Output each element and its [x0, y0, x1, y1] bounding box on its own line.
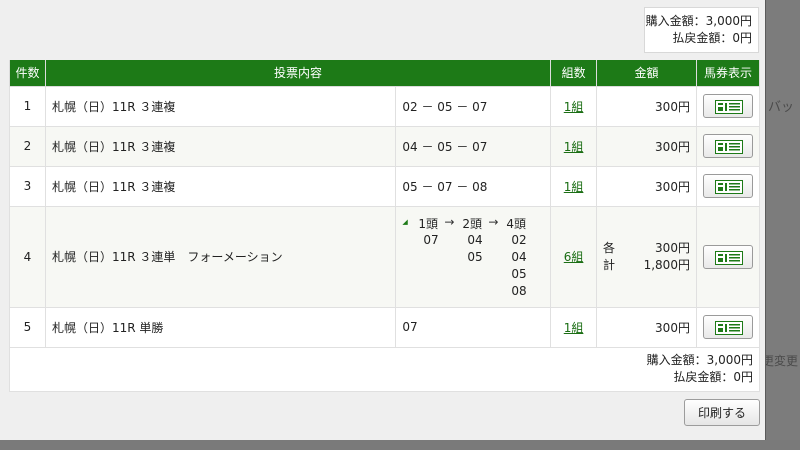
table-header-row: 件数 投票内容 組数 金額 馬券表示 — [9, 60, 761, 87]
purchase-confirmation-modal: 購入金額：3,000円 払戻金額：0円 件数 投票内容 組数 金額 馬券表示 1… — [0, 0, 766, 440]
formation-col-2: 04 05 — [467, 232, 482, 266]
formation-header-1: 1頭 — [418, 216, 438, 231]
header-amount: 金額 — [596, 60, 697, 87]
formation-grid: ◢ 1頭 → 2頭 → 4頭 07 04 05 02 04 05 08 — [402, 211, 544, 303]
ticket-icon — [714, 140, 743, 154]
row-combo: 07 — [395, 306, 552, 348]
formation-horse: 02 — [511, 232, 527, 247]
arrow-icon: → — [488, 214, 499, 229]
table-row: 1 札幌（日）11R ３連複 02 － 05 － 07 1組 300円 — [9, 85, 761, 127]
amount-each-label: 各 — [603, 240, 616, 255]
formation-header-3: 4頭 — [506, 216, 526, 231]
row-amount: 300円 — [596, 125, 697, 167]
row-amount: 300円 — [596, 85, 697, 127]
ticket-view-button[interactable] — [702, 174, 753, 198]
header-num: 件数 — [9, 60, 46, 87]
row-race: 札幌（日）11R ３連単 フォーメーション — [44, 205, 397, 308]
background-right-strip: バッ 更変更 — [762, 0, 800, 450]
table-row: 5 札幌（日）11R 単勝 07 1組 300円 — [9, 306, 761, 348]
ticket-icon — [714, 180, 743, 194]
ticket-icon — [714, 100, 743, 114]
refund-amount-top: 払戻金額：0円 — [672, 31, 752, 45]
row-amount: 300円 — [596, 165, 697, 207]
formation-col-3: 02 04 05 08 — [511, 232, 526, 300]
row-formation-cell: ◢ 1頭 → 2頭 → 4頭 07 04 05 02 04 05 08 — [395, 205, 552, 308]
kumi-link[interactable]: 1組 — [564, 321, 584, 335]
row-race: 札幌（日）11R 単勝 — [44, 306, 397, 348]
row-kumi-cell: 1組 — [550, 306, 598, 348]
row-combo: 05 － 07 － 08 — [395, 165, 552, 207]
row-kumi-cell: 1組 — [550, 125, 598, 167]
kumi-link[interactable]: 1組 — [564, 100, 584, 114]
background-bottom-strip — [0, 440, 800, 450]
summary-top: 購入金額：3,000円 払戻金額：0円 — [644, 7, 759, 53]
row-num: 4 — [9, 205, 46, 308]
purchase-amount-bottom: 購入金額：3,000円 — [646, 353, 753, 367]
amount-each: 300円 — [655, 240, 690, 255]
row-num: 2 — [9, 125, 46, 167]
row-kumi-cell: 1組 — [550, 85, 598, 127]
summary-bottom: 購入金額：3,000円 払戻金額：0円 — [9, 346, 760, 392]
row-race: 札幌（日）11R ３連複 — [44, 125, 397, 167]
row-num: 3 — [9, 165, 46, 207]
formation-horse: 08 — [511, 283, 527, 298]
header-content: 投票内容 — [44, 60, 552, 87]
background-partial-text: バッ — [768, 100, 795, 115]
row-ticket-cell — [695, 306, 761, 348]
purchase-amount-top: 購入金額：3,000円 — [645, 14, 752, 28]
formation-horse: 07 — [423, 232, 439, 247]
row-num: 1 — [9, 85, 46, 127]
table-row: 2 札幌（日）11R ３連複 04 － 05 － 07 1組 300円 — [9, 125, 761, 167]
formation-horse: 04 — [511, 249, 527, 264]
ticket-view-button[interactable] — [702, 315, 753, 339]
kumi-link[interactable]: 1組 — [564, 140, 584, 154]
summary-bottom-row: 購入金額：3,000円 払戻金額：0円 — [9, 346, 760, 392]
print-button[interactable]: 印刷する — [684, 399, 760, 426]
amount-total: 1,800円 — [643, 257, 690, 272]
row-ticket-cell — [695, 125, 761, 167]
ticket-icon — [714, 250, 743, 265]
row-num: 5 — [9, 306, 46, 348]
table-row: 4 札幌（日）11R ３連単 フォーメーション ◢ 1頭 → 2頭 → 4頭 0… — [9, 205, 761, 308]
formation-col-1: 07 — [423, 232, 438, 249]
refund-amount-bottom: 払戻金額：0円 — [673, 370, 753, 384]
row-combo: 02 － 05 － 07 — [395, 85, 552, 127]
formation-horse: 04 — [467, 232, 483, 247]
amount-total-label: 計 — [603, 257, 616, 272]
formation-horse: 05 — [467, 249, 483, 264]
row-race: 札幌（日）11R ３連複 — [44, 165, 397, 207]
formation-horse: 05 — [511, 266, 527, 281]
row-kumi-cell: 1組 — [550, 165, 598, 207]
amount-labels: 各 計 — [603, 240, 615, 274]
kumi-link[interactable]: 6組 — [564, 250, 584, 264]
bets-table: 件数 投票内容 組数 金額 馬券表示 1 札幌（日）11R ３連複 02 － 0… — [9, 60, 761, 392]
ticket-view-button[interactable] — [702, 134, 753, 158]
row-combo: 04 － 05 － 07 — [395, 125, 552, 167]
ticket-view-button[interactable] — [702, 94, 753, 118]
row-ticket-cell — [695, 85, 761, 127]
amount-values: 300円 1,800円 — [644, 240, 690, 274]
formation-header-2: 2頭 — [462, 216, 482, 231]
background-partial-text-2: 更変更 — [762, 354, 799, 368]
row-amount-cell: 各 計 300円 1,800円 — [596, 205, 697, 308]
ticket-view-button[interactable] — [702, 244, 753, 269]
header-ticket: 馬券表示 — [695, 60, 761, 87]
header-kumi: 組数 — [550, 60, 598, 87]
expand-triangle-icon: ◢ — [402, 217, 408, 226]
row-ticket-cell — [695, 165, 761, 207]
row-kumi-cell: 6組 — [550, 205, 598, 308]
table-row: 3 札幌（日）11R ３連複 05 － 07 － 08 1組 300円 — [9, 165, 761, 207]
ticket-icon — [714, 321, 743, 335]
row-ticket-cell — [695, 205, 761, 308]
row-amount: 300円 — [596, 306, 697, 348]
arrow-icon: → — [444, 214, 455, 229]
kumi-link[interactable]: 1組 — [564, 180, 584, 194]
amount-split: 各 計 300円 1,800円 — [603, 240, 690, 274]
row-race: 札幌（日）11R ３連複 — [44, 85, 397, 127]
